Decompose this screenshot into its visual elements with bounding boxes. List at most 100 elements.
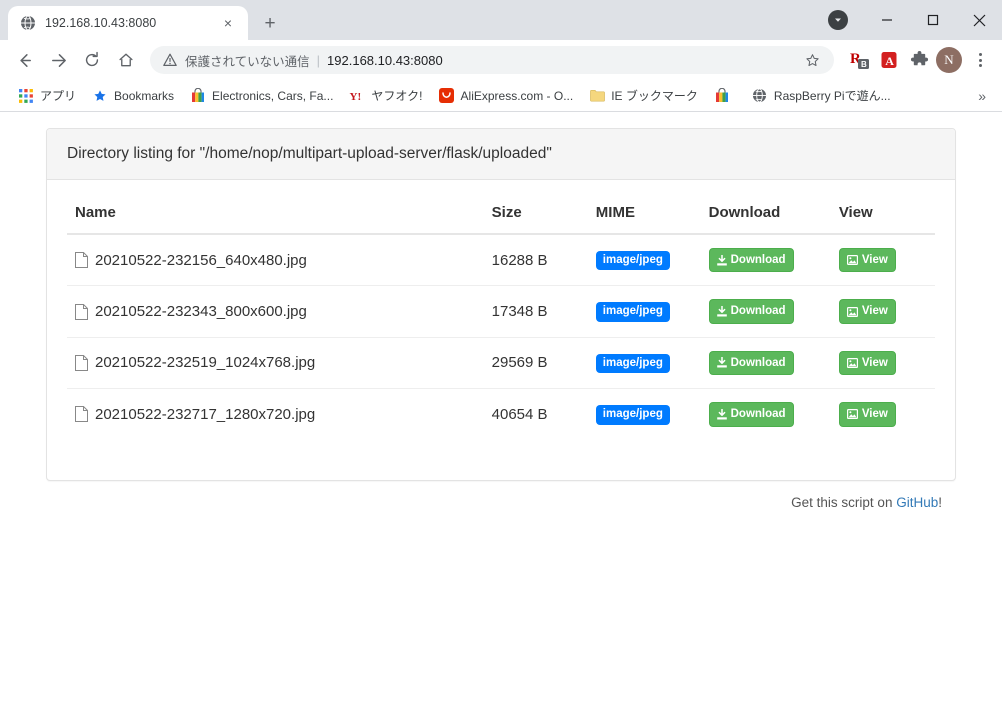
close-button[interactable] (956, 4, 1002, 36)
download-button[interactable]: Download (708, 350, 794, 376)
tab-title: 192.168.10.43:8080 (45, 16, 157, 30)
table-row: 20210522-232717_1280x720.jpg 40654 B ima… (67, 388, 935, 440)
download-button[interactable]: Download (708, 402, 794, 427)
adobe-acrobat-extension-icon[interactable]: A (876, 47, 902, 73)
download-button[interactable]: Download (708, 299, 794, 324)
cell-size: 16288 B (491, 251, 548, 269)
column-header-download: Download (700, 192, 831, 235)
extensions-puzzle-icon[interactable] (906, 47, 932, 73)
image-icon (846, 306, 858, 317)
star-icon (92, 88, 108, 104)
column-header-mime: MIME (587, 192, 701, 235)
browser-window: 192.168.10.43:8080 × + 保護されていない通信 | 192.… (0, 0, 1002, 720)
cell-name: 20210522-232156_640x480.jpg (67, 234, 484, 286)
cell-view: View (830, 285, 935, 338)
image-icon (846, 255, 858, 266)
cell-mime: image/jpeg (588, 234, 701, 286)
download-icon (716, 306, 727, 317)
image-icon (846, 409, 858, 420)
bookmark-bookmarks[interactable]: Bookmarks (84, 85, 182, 107)
cell-view: View (830, 336, 935, 389)
browser-menu-button[interactable] (966, 46, 994, 74)
download-button-label: Download (730, 254, 786, 266)
view-button[interactable]: View (838, 402, 896, 427)
bookmarks-bar: アプリ Bookmarks Electronics, Cars, Fa... Y… (0, 80, 1002, 112)
bookmark-yahoo-auction[interactable]: Y! ヤフオク! (341, 84, 430, 107)
file-name-text: 20210522-232156_640x480.jpg (95, 251, 307, 269)
address-separator: | (316, 52, 321, 68)
file-icon (75, 406, 88, 423)
close-icon[interactable]: × (218, 13, 238, 33)
bookmark-ie-folder[interactable]: IE ブックマーク (581, 84, 706, 107)
cell-download: Download (700, 285, 831, 338)
view-button-label: View (861, 356, 888, 369)
view-button-label: View (861, 254, 888, 266)
forward-button[interactable] (42, 44, 74, 76)
file-name-wrap: 20210522-232519_1024x768.jpg (75, 354, 476, 371)
cell-mime: image/jpeg (587, 336, 701, 389)
bookmark-apps[interactable]: アプリ (10, 84, 84, 107)
address-bar[interactable]: 保護されていない通信 | 192.168.10.43:8080 (150, 46, 834, 74)
browser-tab[interactable]: 192.168.10.43:8080 × (8, 6, 248, 40)
download-icon (716, 357, 727, 368)
bookmark-aliexpress[interactable]: AliExpress.com - O... (431, 85, 582, 107)
download-button-label: Download (730, 356, 786, 369)
download-button-label: Download (730, 408, 786, 421)
column-header-view: View (830, 192, 935, 235)
rakuten-extension-icon[interactable]: R B (846, 47, 872, 73)
tab-strip: 192.168.10.43:8080 × + (0, 0, 1002, 40)
bookmark-electronics[interactable]: Electronics, Cars, Fa... (182, 85, 341, 107)
file-icon (75, 354, 88, 371)
cell-view: View (831, 234, 935, 286)
back-button[interactable] (8, 44, 40, 76)
view-button[interactable]: View (838, 350, 896, 376)
cell-size: 29569 B (483, 336, 588, 389)
column-header-size: Size (483, 192, 588, 235)
downloads-indicator-icon[interactable] (828, 10, 848, 30)
file-listing-table: Name Size MIME Download View 20210522-23… (67, 192, 935, 440)
cell-name: 20210522-232343_800x600.jpg (67, 285, 484, 338)
profile-avatar[interactable]: N (936, 47, 962, 73)
bookmark-star-icon[interactable] (802, 53, 822, 68)
cell-size: 17348 B (483, 285, 588, 338)
listing-body: Name Size MIME Download View 20210522-23… (47, 180, 955, 480)
table-header-row: Name Size MIME Download View (67, 192, 935, 235)
folder-icon (589, 88, 605, 104)
file-icon (75, 252, 88, 269)
shopping-bag-icon (714, 88, 730, 104)
file-name-wrap: 20210522-232717_1280x720.jpg (75, 406, 476, 423)
maximize-button[interactable] (910, 4, 956, 36)
bookmark-shopping[interactable] (706, 85, 744, 107)
mime-badge: image/jpeg (595, 353, 670, 374)
reload-button[interactable] (76, 44, 108, 76)
view-button[interactable]: View (838, 248, 896, 273)
download-icon (716, 408, 727, 420)
table-body: 20210522-232156_640x480.jpg 16288 B imag… (67, 234, 935, 440)
table-head: Name Size MIME Download View (67, 192, 935, 235)
directory-listing-card: Directory listing for "/home/nop/multipa… (46, 128, 956, 481)
bookmark-raspberry-pi[interactable]: RaspBerry Piで遊ん... (744, 84, 899, 107)
svg-text:Y!: Y! (350, 91, 362, 103)
home-button[interactable] (110, 44, 142, 76)
new-tab-button[interactable]: + (256, 9, 284, 37)
bookmark-label: アプリ (40, 89, 77, 103)
window-controls (828, 0, 1002, 40)
cell-view: View (830, 388, 935, 440)
download-button[interactable]: Download (708, 248, 794, 273)
bookmark-label: ヤフオク! (371, 89, 423, 103)
extension-icons: R B A N (842, 46, 994, 74)
cell-mime: image/jpeg (587, 388, 701, 440)
cell-size: 40654 B (483, 388, 588, 440)
bookmark-label: AliExpress.com - O... (460, 88, 574, 103)
github-link[interactable]: GitHub (896, 495, 938, 510)
url-text: 192.168.10.43:8080 (327, 52, 443, 68)
apps-grid-icon (18, 88, 34, 104)
view-button[interactable]: View (838, 299, 896, 324)
browser-toolbar: 保護されていない通信 | 192.168.10.43:8080 R B A N (0, 40, 1002, 80)
footer-prefix: Get this script on (791, 494, 897, 510)
globe-icon (752, 88, 768, 104)
table-row: 20210522-232343_800x600.jpg 17348 B imag… (67, 285, 935, 338)
mime-badge: image/jpeg (595, 302, 670, 322)
bookmarks-overflow-button[interactable]: » (972, 88, 992, 104)
minimize-button[interactable] (864, 4, 910, 36)
